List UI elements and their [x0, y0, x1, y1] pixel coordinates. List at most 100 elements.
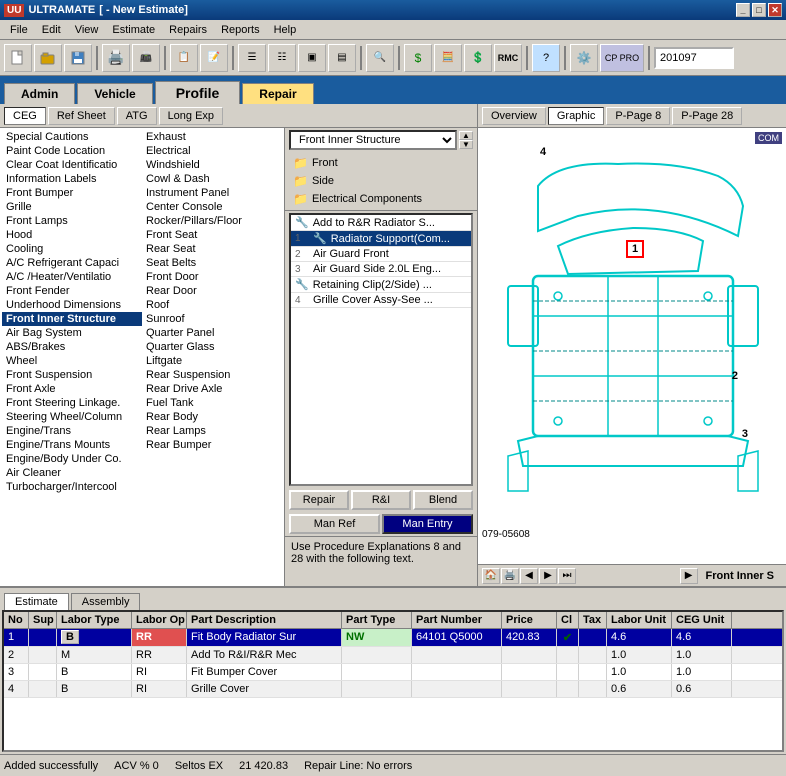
man-ref-button[interactable]: Man Ref [289, 514, 380, 534]
repair-button[interactable]: Repair [289, 490, 349, 510]
cat-front-inner-structure[interactable]: Front Inner Structure [2, 312, 142, 326]
tab-profile[interactable]: Profile [155, 81, 241, 104]
man-entry-button[interactable]: Man Entry [382, 514, 473, 534]
category-list[interactable]: Special Cautions Paint Code Location Cle… [0, 128, 285, 586]
cat-engine-trans[interactable]: Engine/Trans [2, 424, 142, 438]
cat-front-lamps[interactable]: Front Lamps [2, 214, 142, 228]
cat-rear-suspension[interactable]: Rear Suspension [142, 368, 282, 382]
cat-rocker[interactable]: Rocker/Pillars/Floor [142, 214, 282, 228]
graphic-prev-btn[interactable]: ◀ [520, 568, 538, 584]
cat-roof[interactable]: Roof [142, 298, 282, 312]
cat-front-fender[interactable]: Front Fender [2, 284, 142, 298]
cat-quarter-glass[interactable]: Quarter Glass [142, 340, 282, 354]
maximize-button[interactable]: □ [752, 3, 766, 17]
tab-vehicle[interactable]: Vehicle [77, 83, 152, 104]
tab-assembly[interactable]: Assembly [71, 593, 141, 610]
cat-sunroof[interactable]: Sunroof [142, 312, 282, 326]
cat-info-labels[interactable]: Information Labels [2, 172, 142, 186]
cat-front-door[interactable]: Front Door [142, 270, 282, 284]
help-icon-btn[interactable]: ? [532, 44, 560, 72]
cat-rear-bumper[interactable]: Rear Bumper [142, 438, 282, 452]
blend-button[interactable]: Blend [413, 490, 473, 510]
gear-button[interactable]: ⚙️ [570, 44, 598, 72]
graphic-home-btn[interactable]: 🏠 [482, 568, 500, 584]
tab-repair[interactable]: Repair [242, 83, 313, 104]
graphic-side-btn[interactable]: ▶ [680, 568, 698, 584]
menu-help[interactable]: Help [268, 22, 303, 38]
table-row-4[interactable]: 4 B RI Grille Cover 0.6 0.6 [4, 681, 782, 698]
menu-repairs[interactable]: Repairs [163, 22, 213, 38]
cat-ac-heater[interactable]: A/C /Heater/Ventilatio [2, 270, 142, 284]
table-row-1[interactable]: 1 B RR Fit Body Radiator Sur NW 64101 Q5… [4, 629, 782, 647]
tab-admin[interactable]: Admin [4, 83, 75, 104]
cat-rear-lamps[interactable]: Rear Lamps [142, 424, 282, 438]
cat-ac-refrig[interactable]: A/C Refrigerant Capaci [2, 256, 142, 270]
cat-clear-coat[interactable]: Clear Coat Identificatio [2, 158, 142, 172]
cat-fuel-tank[interactable]: Fuel Tank [142, 396, 282, 410]
cat-rear-seat[interactable]: Rear Seat [142, 242, 282, 256]
cp-pro-button[interactable]: CP PRO [600, 44, 644, 72]
close-button[interactable]: ✕ [768, 3, 782, 17]
structure-dropdown[interactable]: Front Inner Structure [289, 130, 457, 150]
cat-instrument[interactable]: Instrument Panel [142, 186, 282, 200]
graphic-tab-ppage28[interactable]: P-Page 28 [672, 107, 742, 125]
folder-front[interactable]: 📁 Front [289, 154, 473, 172]
part-row-3[interactable]: 3 Air Guard Side 2.0L Eng... [291, 262, 471, 277]
cat-special-cautions[interactable]: Special Cautions [2, 130, 142, 144]
menu-file[interactable]: File [4, 22, 34, 38]
sub-tab-refsheet[interactable]: Ref Sheet [48, 107, 115, 125]
table-row-3[interactable]: 3 B RI Fit Bumper Cover 1.0 1.0 [4, 664, 782, 681]
part-row-clip[interactable]: 🔧 Retaining Clip(2/Side) ... [291, 277, 471, 293]
cat-hood[interactable]: Hood [2, 228, 142, 242]
menu-edit[interactable]: Edit [36, 22, 67, 38]
cat-center-console[interactable]: Center Console [142, 200, 282, 214]
cat-electrical[interactable]: Electrical [142, 144, 282, 158]
open-button[interactable] [34, 44, 62, 72]
graphic-end-btn[interactable]: ⏭ [558, 568, 576, 584]
save-button[interactable] [64, 44, 92, 72]
cat-liftgate[interactable]: Liftgate [142, 354, 282, 368]
graphic-tab-graphic[interactable]: Graphic [548, 107, 605, 125]
cat-grille[interactable]: Grille [2, 200, 142, 214]
cat-front-bumper[interactable]: Front Bumper [2, 186, 142, 200]
graphic-next-btn[interactable]: ▶ [539, 568, 557, 584]
graphic-tab-ppage8[interactable]: P-Page 8 [606, 107, 670, 125]
job-number-input[interactable] [654, 47, 734, 69]
graphic-print-btn[interactable]: 🖨️ [501, 568, 519, 584]
cat-rear-body[interactable]: Rear Body [142, 410, 282, 424]
cat-rear-drive[interactable]: Rear Drive Axle [142, 382, 282, 396]
cat-front-seat[interactable]: Front Seat [142, 228, 282, 242]
tool-btn-2[interactable]: 📝 [200, 44, 228, 72]
cat-seat-belts[interactable]: Seat Belts [142, 256, 282, 270]
tool-btn-1[interactable]: 📋 [170, 44, 198, 72]
folder-electrical[interactable]: 📁 Electrical Components [289, 190, 473, 208]
cat-cowl[interactable]: Cowl & Dash [142, 172, 282, 186]
zoom-button[interactable]: 🔍 [366, 44, 394, 72]
sub-tab-longexp[interactable]: Long Exp [159, 107, 223, 125]
cat-quarter-panel[interactable]: Quarter Panel [142, 326, 282, 340]
part-items-list[interactable]: 🔧 Add to R&R Radiator S... 1 🔧 Radiator … [289, 213, 473, 486]
tool-rmc[interactable]: RMC [494, 44, 522, 72]
minimize-button[interactable]: _ [736, 3, 750, 17]
tab-estimate[interactable]: Estimate [4, 593, 69, 610]
menu-view[interactable]: View [69, 22, 105, 38]
cat-rear-door[interactable]: Rear Door [142, 284, 282, 298]
part-row-4[interactable]: 4 Grille Cover Assy-See ... [291, 293, 471, 308]
cat-windshield[interactable]: Windshield [142, 158, 282, 172]
table-row-2[interactable]: 2 M RR Add To R&I/R&R Mec 1.0 1.0 [4, 647, 782, 664]
fax-button[interactable]: 📠 [132, 44, 160, 72]
sub-tab-ceg[interactable]: CEG [4, 107, 46, 125]
tool-btn-4[interactable]: ☷ [268, 44, 296, 72]
cat-engine-mounts[interactable]: Engine/Trans Mounts [2, 438, 142, 452]
dollar-button[interactable]: $ [404, 44, 432, 72]
sub-tab-atg[interactable]: ATG [117, 107, 157, 125]
menu-estimate[interactable]: Estimate [106, 22, 161, 38]
menu-reports[interactable]: Reports [215, 22, 266, 38]
cat-engine-body[interactable]: Engine/Body Under Co. [2, 452, 142, 466]
print-button[interactable]: 🖨️ [102, 44, 130, 72]
cat-airbag[interactable]: Air Bag System [2, 326, 142, 340]
part-row-2[interactable]: 2 Air Guard Front [291, 247, 471, 262]
tool-btn-5[interactable]: ▣ [298, 44, 326, 72]
tool-btn-3[interactable]: ☰ [238, 44, 266, 72]
cat-front-steering[interactable]: Front Steering Linkage. [2, 396, 142, 410]
